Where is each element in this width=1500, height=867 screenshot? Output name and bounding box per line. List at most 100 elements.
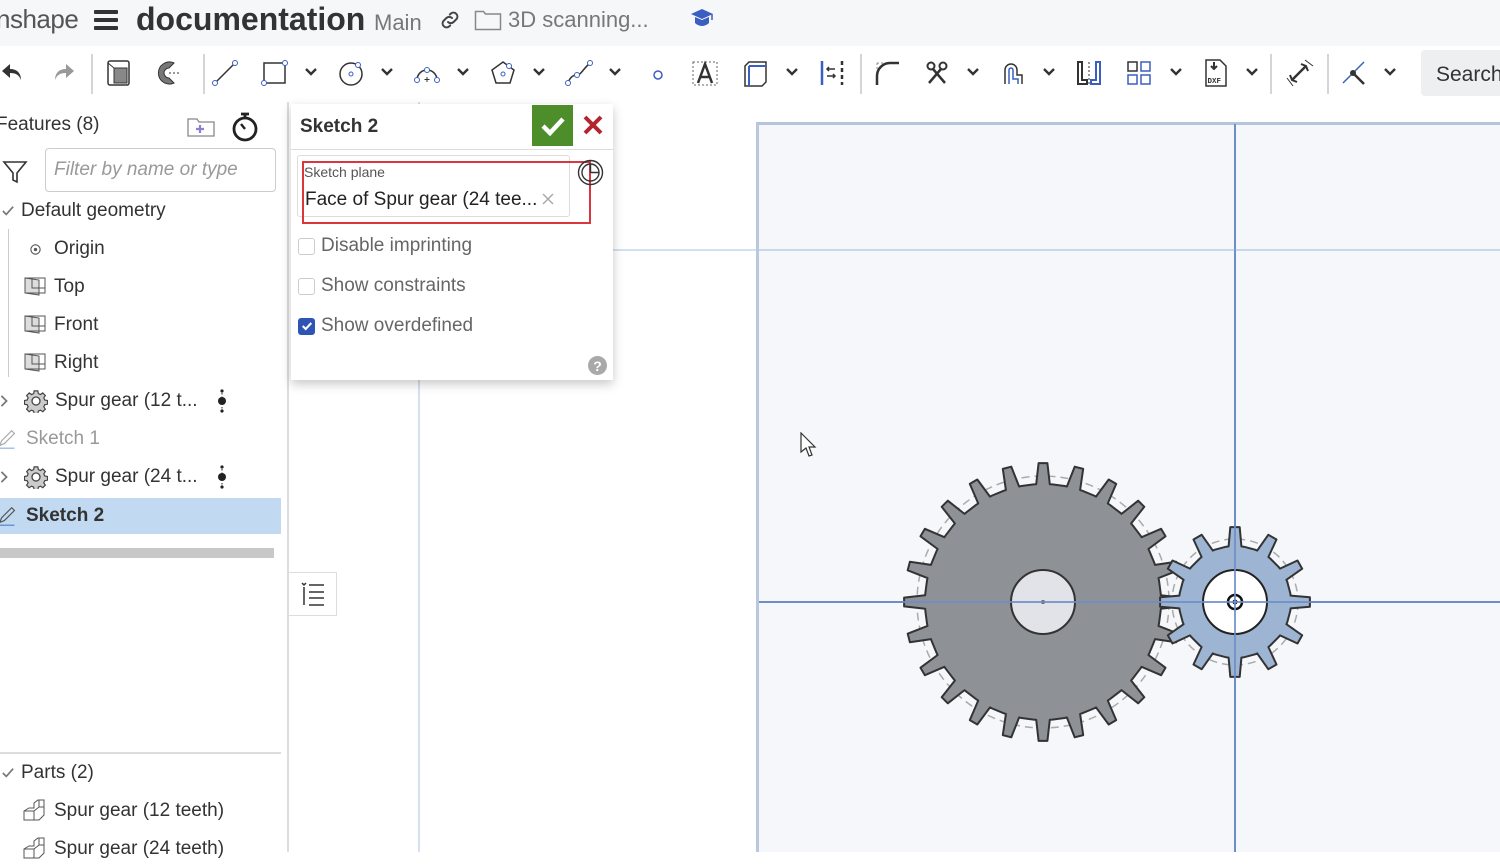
tree-item-origin[interactable]: Origin	[0, 231, 281, 267]
use-dropdown-chevron-down-icon[interactable]	[784, 64, 800, 80]
polygon-dropdown-chevron-down-icon[interactable]	[531, 64, 547, 80]
line-tool[interactable]	[208, 56, 242, 90]
polygon-tool[interactable]	[486, 56, 520, 90]
fillet-tool[interactable]	[870, 56, 904, 90]
tree-item-default-geometry[interactable]: Default geometry	[0, 193, 281, 229]
search-tools-button[interactable]: Search	[1421, 50, 1500, 96]
trim-icon	[926, 61, 948, 84]
feature-list-toggle-button[interactable]	[289, 572, 337, 616]
folder-name[interactable]: 3D scanning...	[508, 7, 649, 33]
undo-button[interactable]	[0, 56, 30, 90]
slot-icon	[1004, 63, 1023, 84]
undo-icon	[2, 64, 21, 80]
show-constraints-checkbox[interactable]: Show constraints	[298, 274, 466, 298]
redo-button[interactable]	[46, 56, 80, 90]
tree-item-top-plane[interactable]: Top	[0, 269, 281, 305]
close-icon	[583, 115, 603, 135]
coincident-constraint-tool[interactable]	[1337, 56, 1371, 90]
configuration-dots-icon[interactable]	[217, 464, 227, 490]
rectangle-tool[interactable]	[258, 56, 292, 90]
disable-imprinting-checkbox[interactable]: Disable imprinting	[298, 234, 472, 258]
section-view-button[interactable]	[152, 56, 186, 90]
parts-group[interactable]: Parts (2)	[0, 755, 281, 791]
sketch-mode-button[interactable]	[102, 56, 136, 90]
checkbox[interactable]	[298, 277, 315, 295]
spline-icon	[565, 60, 593, 86]
checkbox[interactable]	[298, 237, 315, 255]
plane-icon	[23, 351, 47, 375]
learning-center-icon[interactable]	[690, 6, 714, 30]
arc-tool[interactable]	[410, 56, 444, 90]
checkmark-icon	[301, 322, 312, 331]
arc-dropdown-chevron-down-icon[interactable]	[455, 64, 471, 80]
parts-title: Parts (2)	[21, 762, 94, 783]
point-tool[interactable]	[638, 56, 672, 90]
link-icon[interactable]	[438, 8, 462, 32]
feature-tree-scrollbar[interactable]	[0, 548, 274, 558]
view-normal-icon[interactable]	[577, 159, 604, 186]
branch-name[interactable]: Main	[374, 10, 422, 36]
constraint-dropdown-chevron-down-icon[interactable]	[1382, 64, 1398, 80]
add-folder-icon[interactable]	[186, 116, 216, 138]
document-title[interactable]: documentation	[136, 1, 365, 38]
tree-item-label: Default geometry	[21, 200, 166, 221]
checkbox[interactable]	[298, 317, 315, 335]
pattern-dropdown-chevron-down-icon[interactable]	[1168, 64, 1184, 80]
origin-icon	[23, 237, 47, 261]
expand-chevron-right-icon[interactable]	[0, 465, 16, 489]
tree-item-right-plane[interactable]: Right	[0, 345, 281, 381]
tree-item-label: Sketch 1	[26, 428, 100, 449]
use-tool[interactable]	[738, 56, 772, 90]
part-item[interactable]: Spur gear (24 teeth)	[0, 831, 281, 867]
configuration-dots-icon[interactable]	[217, 388, 227, 414]
expand-chevron-right-icon[interactable]	[0, 389, 16, 413]
dxf-dropdown-chevron-down-icon[interactable]	[1244, 64, 1260, 80]
hamburger-menu-icon[interactable]	[94, 10, 118, 32]
toolbar-separator	[91, 54, 93, 94]
part-item[interactable]: Spur gear (12 teeth)	[0, 793, 281, 829]
dimension-tool[interactable]	[1282, 56, 1316, 90]
cancel-button[interactable]	[579, 110, 607, 140]
accept-button[interactable]	[532, 105, 573, 146]
checkmark-icon	[0, 761, 20, 785]
folder-icon[interactable]	[474, 9, 502, 31]
circle-dropdown-chevron-down-icon[interactable]	[379, 64, 395, 80]
sketch-feature-dialog: Sketch 2 Sketch plane Face of Spur gear …	[291, 104, 613, 380]
tree-item-label: Front	[54, 314, 99, 335]
show-overdefined-checkbox[interactable]: Show overdefined	[298, 314, 473, 338]
tree-item-sketch-2[interactable]: Sketch 2	[0, 498, 281, 534]
checkbox-label: Show overdefined	[321, 315, 474, 336]
tree-item-sketch-1[interactable]: Sketch 1	[0, 421, 281, 457]
filter-icon[interactable]	[2, 159, 28, 185]
insert-dxf-tool[interactable]: DXF	[1199, 56, 1233, 90]
section-view-icon	[157, 61, 181, 85]
help-icon[interactable]: ?	[588, 356, 607, 375]
onshape-logo[interactable]: nshape	[0, 4, 79, 35]
rectangle-dropdown-chevron-down-icon[interactable]	[303, 64, 319, 80]
parts-divider[interactable]	[0, 752, 281, 754]
slot-tool[interactable]	[996, 56, 1030, 90]
text-tool[interactable]	[688, 56, 722, 90]
trim-dropdown-chevron-down-icon[interactable]	[965, 64, 981, 80]
part-label: Spur gear (24 teeth)	[54, 838, 225, 859]
tree-item-label: Right	[54, 352, 99, 373]
slot-dropdown-chevron-down-icon[interactable]	[1041, 64, 1057, 80]
pattern-tool[interactable]	[1122, 56, 1156, 90]
list-collapse-icon	[300, 582, 324, 606]
filter-input[interactable]	[45, 148, 276, 192]
circle-tool[interactable]	[334, 56, 368, 90]
svg-text:DXF: DXF	[1208, 78, 1222, 86]
tree-item-spur-gear-12[interactable]: Spur gear (12 t...	[0, 383, 281, 419]
tree-item-label: Top	[54, 276, 85, 297]
trim-tool[interactable]	[920, 56, 954, 90]
tree-item-front-plane[interactable]: Front	[0, 307, 281, 343]
feature-list-panel: Features (8) Default geometry Origin Top…	[0, 102, 289, 859]
stopwatch-icon[interactable]	[230, 111, 260, 143]
spline-dropdown-chevron-down-icon[interactable]	[607, 64, 623, 80]
spline-tool[interactable]	[562, 56, 596, 90]
tree-item-spur-gear-24[interactable]: Spur gear (24 t...	[0, 459, 281, 495]
part-label: Spur gear (12 teeth)	[54, 800, 225, 821]
line-icon	[212, 60, 238, 86]
mirror-tool[interactable]	[1072, 56, 1106, 90]
offset-tool[interactable]	[815, 56, 849, 90]
